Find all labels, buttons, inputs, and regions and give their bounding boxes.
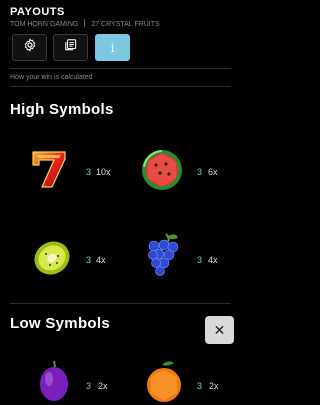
symbol-count: 3 bbox=[86, 381, 92, 391]
divider bbox=[10, 86, 231, 87]
high-symbols-heading: High Symbols bbox=[10, 101, 114, 118]
divider bbox=[10, 68, 231, 69]
symbol-multiplier: 4x bbox=[208, 255, 218, 265]
symbol-multiplier: 4x bbox=[96, 255, 106, 265]
symbol-count: 3 bbox=[197, 381, 203, 391]
watermelon-symbol-icon bbox=[138, 145, 186, 193]
kiwi-symbol-icon bbox=[28, 234, 76, 282]
orange-symbol-icon bbox=[140, 357, 188, 405]
info-icon: i bbox=[110, 40, 115, 55]
symbol-count: 3 bbox=[197, 255, 203, 265]
close-button[interactable]: ✕ bbox=[205, 316, 234, 344]
win-calculation-note: How your win is calculated bbox=[10, 74, 93, 81]
game-name: 27 CRYSTAL FRUITS bbox=[91, 21, 160, 28]
page-title: PAYOUTS bbox=[10, 6, 65, 18]
close-icon: ✕ bbox=[213, 321, 226, 338]
plum-symbol-icon bbox=[30, 357, 78, 405]
symbol-multiplier: 6x bbox=[208, 167, 218, 177]
symbol-multiplier: 2x bbox=[209, 381, 219, 391]
header: PAYOUTS TOM HORN GAMING 27 CRYSTAL FRUITS bbox=[0, 0, 241, 30]
tab-paytable[interactable] bbox=[53, 34, 88, 61]
subtitle-divider bbox=[84, 19, 86, 27]
provider-name: TOM HORN GAMING bbox=[10, 21, 79, 28]
divider bbox=[10, 303, 231, 304]
symbol-multiplier: 10x bbox=[96, 167, 111, 177]
seven-symbol-icon bbox=[25, 145, 73, 193]
symbol-count: 3 bbox=[197, 167, 203, 177]
tab-settings[interactable] bbox=[12, 34, 47, 61]
symbol-multiplier: 2x bbox=[98, 381, 108, 391]
tab-info[interactable]: i bbox=[95, 34, 130, 61]
game-subtitle: TOM HORN GAMING 27 CRYSTAL FRUITS bbox=[10, 19, 160, 28]
grapes-symbol-icon bbox=[138, 230, 186, 278]
low-symbols-heading: Low Symbols bbox=[10, 315, 110, 332]
symbol-count: 3 bbox=[86, 255, 92, 265]
list-icon bbox=[64, 38, 78, 57]
symbol-count: 3 bbox=[86, 167, 92, 177]
gear-icon bbox=[23, 38, 37, 57]
